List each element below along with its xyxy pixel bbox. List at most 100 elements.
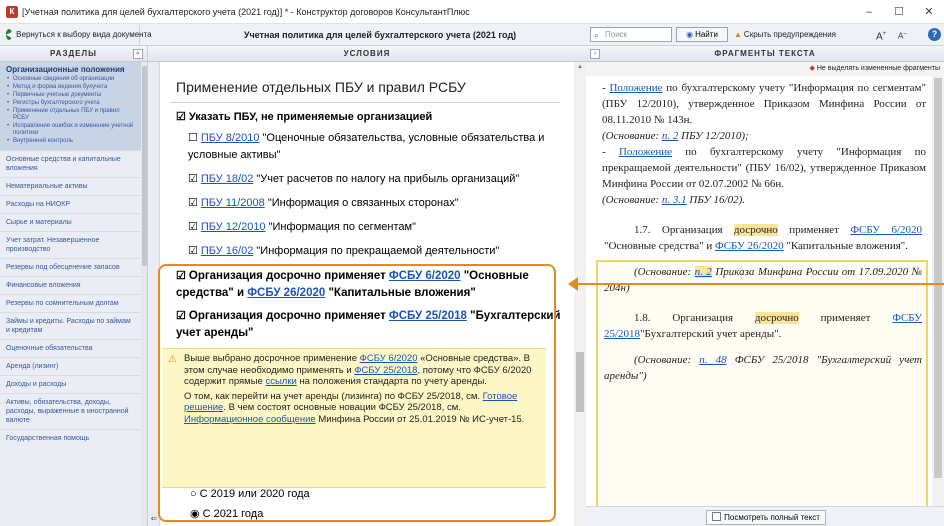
section-item[interactable]: Расходы на НИОКР	[0, 195, 141, 213]
scrollbar-thumb[interactable]	[934, 78, 942, 478]
fsbu-26-link[interactable]: ФСБУ 26/2020	[715, 240, 784, 252]
font-decrease-button[interactable]: A–	[898, 27, 907, 44]
pbu-option-12-2010[interactable]: ☑ ПБУ 12/2010 "Информация по сегментам"	[188, 219, 570, 236]
back-button[interactable]: ◀ Вернуться к выбору вида документа	[0, 24, 152, 45]
fragment-text: "Капитальные вложения".	[786, 240, 909, 252]
checkbox-checked-icon[interactable]: ☑	[188, 245, 198, 257]
document-icon	[712, 512, 722, 521]
binoculars-icon: ◉	[686, 30, 694, 39]
fragment-1-8-basis: (Основание: п. 48 ФСБУ 25/2018 "Бухгалте…	[592, 352, 932, 384]
checkbox-checked-icon[interactable]: ☑	[176, 111, 186, 123]
section-item[interactable]: Резервы под обесценение запасов	[0, 258, 141, 276]
section-item[interactable]: Учет затрат. Незавершенное производство	[0, 231, 141, 258]
search-placeholder: Поиск	[605, 30, 628, 39]
fragments-content: - Положение по бухгалтерскому учету "Инф…	[592, 76, 932, 506]
close-button[interactable]: ✕	[914, 5, 944, 18]
minimize-button[interactable]: –	[854, 6, 884, 18]
basis-link[interactable]: п. 48	[699, 354, 726, 366]
app-window: К [Учетная политика для целей бухгалтерс…	[0, 0, 944, 526]
subsection-item[interactable]: Регистры бухгалтерского учета	[6, 100, 135, 107]
pbu-link[interactable]: ПБУ 16/02	[201, 245, 253, 257]
pbu-option-18-02[interactable]: ☑ ПБУ 18/02 "Учет расчетов по налогу на п…	[188, 171, 566, 188]
fsbu-6-link[interactable]: ФСБУ 6/2020	[850, 224, 922, 236]
pbu-option-16-02[interactable]: ☑ ПБУ 16/02 "Информация по прекращаемой д…	[188, 243, 570, 260]
pbu-option-text: "Информация по прекращаемой деятельности…	[256, 245, 500, 257]
pbu-link[interactable]: ПБУ 8/2010	[201, 132, 260, 144]
find-button[interactable]: ◉ Найти	[676, 27, 728, 42]
pbu-link[interactable]: ПБУ 18/02	[201, 173, 253, 185]
scroll-up-icon[interactable]: ▲	[574, 62, 586, 72]
section-item[interactable]: Резервы по сомнительным долгам	[0, 294, 141, 312]
subsection-item[interactable]: Первичные учетные документы	[6, 92, 135, 99]
basis-text: (Основание:	[602, 130, 660, 142]
basis-link[interactable]: п. 2	[662, 130, 679, 142]
back-button-label: Вернуться к выбору вида документа	[16, 30, 152, 39]
highlight-off-icon: ◆	[809, 65, 815, 72]
pbu-link[interactable]: ПБУ 11/2008	[201, 197, 265, 209]
section-item[interactable]: Аренда (лизинг)	[0, 357, 141, 375]
subsection-item[interactable]: Применение отдельных ПБУ и правил РСБУ	[6, 108, 135, 122]
checkbox-unchecked-icon[interactable]: ☐	[188, 132, 198, 144]
changed-word-mark: досрочно	[754, 312, 799, 324]
subsection-item[interactable]: Исправление ошибок и изменение учетной п…	[6, 123, 135, 137]
conditions-scrollbar[interactable]: ▲	[574, 62, 586, 526]
fragment-text: Организация	[672, 312, 734, 324]
section-item[interactable]: Активы, обязательства, доходы, расходы, …	[0, 393, 141, 429]
section-item[interactable]: Финансовые вложения	[0, 276, 141, 294]
expand-panel-icon[interactable]: ›	[590, 49, 600, 59]
basis-text: ПБУ 16/02).	[689, 194, 746, 206]
view-full-text-button[interactable]: Посмотреть полный текст	[706, 510, 826, 525]
font-increase-button[interactable]: A+	[876, 27, 886, 44]
subsection-item[interactable]: Внутренний контроль	[6, 138, 135, 145]
section-heading: Применение отдельных ПБУ и правил РСБУ	[176, 79, 466, 95]
basis-link[interactable]: п. 2	[694, 266, 712, 278]
section-item[interactable]: Доходы и расходы	[0, 375, 141, 393]
basis-text: (Основание:	[634, 266, 692, 278]
section-active[interactable]: Организационные положения Основные сведе…	[0, 62, 141, 150]
checkbox-checked-icon[interactable]: ☑	[188, 173, 198, 185]
fragments-scrollbar[interactable]	[932, 76, 944, 506]
collapse-sections-button[interactable]: «	[133, 49, 143, 59]
warning-icon: ▲	[734, 30, 742, 39]
pbu-link[interactable]: ПБУ 12/2010	[201, 221, 266, 233]
divider	[170, 102, 560, 103]
sections-panel: РАЗДЕЛЫ « Организационные положения Осно…	[0, 46, 148, 526]
scrollbar-thumb[interactable]	[142, 66, 147, 266]
regulation-link[interactable]: Положение	[619, 146, 672, 158]
basis-link[interactable]: п. 3.1	[662, 194, 687, 206]
no-highlight-toggle[interactable]: ◆ Не выделять измененные фрагменты	[586, 62, 944, 76]
section-item[interactable]: Оценочные обязательства	[0, 339, 141, 357]
sections-scrollbar[interactable]	[141, 62, 147, 526]
basis-text: (Основание:	[634, 354, 692, 366]
clause-number: 1.8.	[634, 312, 651, 324]
pbu-option-8-2010[interactable]: ☐ ПБУ 8/2010 "Оценочные обязательства, ус…	[188, 130, 566, 164]
section-item[interactable]: Государственная помощь	[0, 429, 141, 447]
checkbox-checked-icon[interactable]: ☑	[188, 221, 198, 233]
pbu-option-11-2008[interactable]: ☑ ПБУ 11/2008 "Информация о связанных сто…	[188, 195, 570, 212]
conditions-header-label: УСЛОВИЯ	[343, 49, 391, 58]
regulation-link[interactable]: Положение	[609, 82, 662, 94]
maximize-button[interactable]: ☐	[884, 5, 914, 18]
hide-warnings-button[interactable]: ▲ Скрыть предупреждения	[734, 27, 836, 42]
subsection-item[interactable]: Метод и форма ведения бухучета	[6, 84, 135, 91]
scrollbar-thumb[interactable]	[576, 352, 584, 412]
window-title: [Учетная политика для целей бухгалтерско…	[22, 6, 470, 17]
fragment-text: применяет	[789, 224, 839, 236]
checkbox-checked-icon[interactable]: ☑	[188, 197, 198, 209]
font-increase-icon: A	[876, 31, 883, 43]
section-active-title: Организационные положения	[6, 65, 125, 74]
pbu-option-text: "Учет расчетов по налогу на прибыль орга…	[256, 173, 520, 185]
section-item[interactable]: Нематериальные активы	[0, 177, 141, 195]
search-input[interactable]: ⌕ Поиск	[590, 27, 672, 42]
help-icon[interactable]: ?	[928, 28, 941, 41]
fragments-header-label: ФРАГМЕНТЫ ТЕКСТА	[714, 49, 816, 58]
option-exclude-pbu[interactable]: ☑ Указать ПБУ, не применяемые организацие…	[176, 109, 570, 126]
fragment-text: "Бухгалтерский учет аренды".	[640, 328, 782, 340]
fragments-header: › ФРАГМЕНТЫ ТЕКСТА	[586, 46, 944, 62]
subsection-item[interactable]: Основные сведения об организации	[6, 76, 135, 83]
fragment-1-8: 1.8. Организация досрочно применяет ФСБУ…	[592, 310, 932, 342]
pbu-option-text: "Информация по сегментам"	[268, 221, 416, 233]
section-item[interactable]: Сырье и материалы	[0, 213, 141, 231]
section-item[interactable]: Займы и кредиты. Расходы по займам и кре…	[0, 312, 141, 339]
section-item[interactable]: Основные средства и капитальные вложения	[0, 150, 141, 177]
